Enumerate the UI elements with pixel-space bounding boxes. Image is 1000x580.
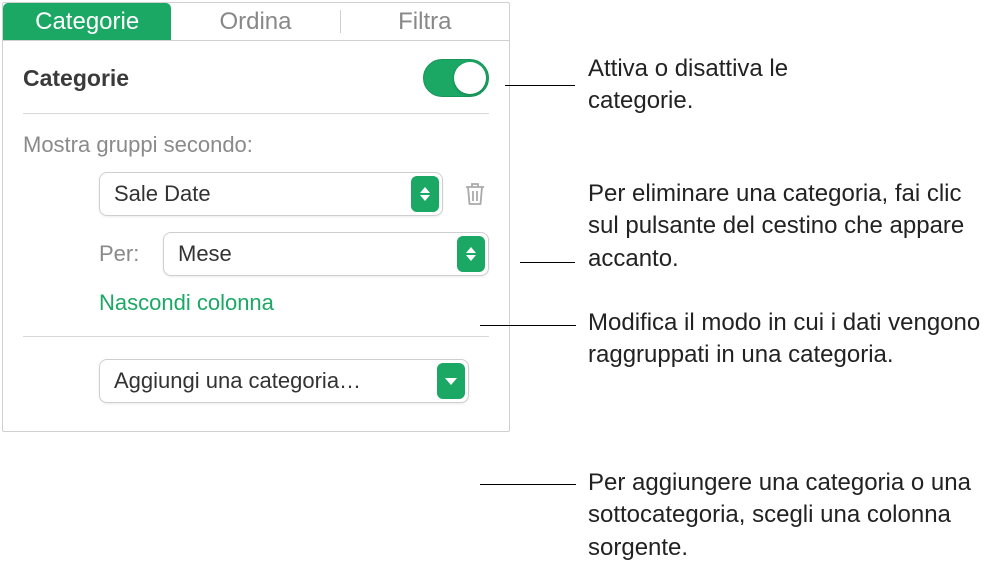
trash-icon: [464, 181, 486, 207]
delete-category-button[interactable]: [461, 179, 489, 209]
section-title: Categorie: [23, 65, 129, 92]
categories-toggle[interactable]: [423, 59, 489, 97]
leader-line: [480, 484, 576, 485]
per-select[interactable]: Mese: [163, 232, 489, 276]
updown-icon: [411, 176, 439, 212]
add-category-section: Aggiungi una categoria…: [3, 337, 509, 431]
chevron-down-icon: [437, 363, 465, 399]
categories-panel: Categorie Ordina Filtra Categorie Mostra…: [2, 2, 510, 432]
hide-column-link[interactable]: Nascondi colonna: [23, 286, 489, 332]
section-header: Categorie: [3, 41, 509, 113]
leader-line: [480, 325, 576, 326]
updown-icon: [457, 236, 485, 272]
callout-toggle: Attiva o disattiva le categorie.: [588, 53, 888, 118]
add-category-label: Aggiungi una categoria…: [114, 368, 361, 394]
tab-filtra[interactable]: Filtra: [341, 3, 509, 40]
add-category-select[interactable]: Aggiungi una categoria…: [99, 359, 469, 403]
per-row: Per: Mese: [23, 232, 489, 276]
tab-categorie[interactable]: Categorie: [3, 3, 171, 40]
toggle-knob: [454, 62, 486, 94]
tabs-bar: Categorie Ordina Filtra: [3, 3, 509, 41]
per-value: Mese: [178, 241, 232, 267]
group-by-row: Sale Date: [23, 172, 489, 216]
tab-ordina[interactable]: Ordina: [171, 3, 339, 40]
callout-add: Per aggiungere una categoria o una sotto…: [588, 467, 998, 564]
group-by-value: Sale Date: [114, 181, 211, 207]
leader-line: [505, 85, 575, 86]
add-category-row: Aggiungi una categoria…: [23, 359, 489, 403]
callout-modify: Modifica il modo in cui i dati vengono r…: [588, 307, 988, 372]
per-label: Per:: [99, 241, 149, 267]
group-by-label: Mostra gruppi secondo:: [23, 132, 489, 158]
group-by-select[interactable]: Sale Date: [99, 172, 443, 216]
group-by-section: Mostra gruppi secondo: Sale Date Per: Me…: [3, 114, 509, 336]
leader-line: [520, 262, 575, 263]
callout-delete: Per eliminare una categoria, fai clic su…: [588, 178, 988, 275]
